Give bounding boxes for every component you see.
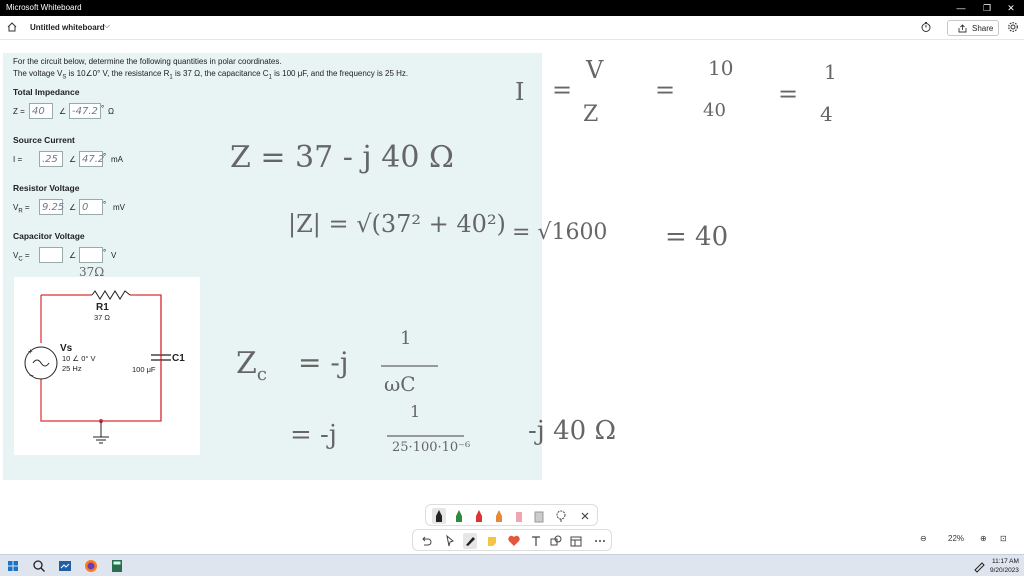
- ink-stroke[interactable]: ωC: [384, 372, 416, 396]
- gear-icon[interactable]: [1007, 21, 1019, 33]
- green-pen-icon[interactable]: [452, 508, 466, 524]
- window-titlebar: Microsoft Whiteboard — ❐ ✕: [0, 0, 1024, 16]
- ink-stroke[interactable]: =: [655, 76, 675, 104]
- zoom-controls: ⊖ 22% ⊕ ⊡: [916, 531, 1016, 549]
- ink-stroke[interactable]: 4: [820, 102, 833, 126]
- eraser-icon[interactable]: [532, 508, 546, 524]
- whiteboard-canvas[interactable]: For the circuit below, determine the fol…: [0, 40, 1024, 554]
- ink-stroke[interactable]: Z = 37 - j 40 Ω: [230, 140, 454, 175]
- reactions-icon[interactable]: [507, 533, 521, 549]
- ink-stroke[interactable]: = -j: [298, 346, 349, 379]
- zoom-out-icon[interactable]: ⊖: [920, 534, 927, 543]
- ink-stroke[interactable]: = -j: [290, 420, 337, 450]
- ink-stroke[interactable]: 1: [824, 60, 837, 84]
- timer-icon[interactable]: [920, 21, 932, 33]
- ink-stroke[interactable]: 10: [708, 56, 733, 80]
- sticky-note-icon[interactable]: [485, 533, 499, 549]
- red-pen-icon[interactable]: [472, 508, 486, 524]
- whiteboard-app-icon[interactable]: [58, 559, 72, 573]
- home-icon[interactable]: [6, 21, 18, 33]
- close-icon[interactable]: [578, 508, 592, 524]
- maximize-button[interactable]: ❐: [980, 2, 994, 14]
- orange-pen-icon[interactable]: [492, 508, 506, 524]
- ink-stroke[interactable]: 40: [703, 100, 726, 121]
- more-icon[interactable]: [593, 533, 607, 549]
- text-icon[interactable]: [529, 533, 543, 549]
- ink-stroke[interactable]: =: [552, 76, 572, 104]
- black-pen-icon[interactable]: [432, 508, 446, 524]
- clock-time: 11:17 AM: [991, 558, 1019, 565]
- taskbar: 11:17 AM 9/20/2023: [0, 554, 1024, 576]
- ink-stroke[interactable]: =: [778, 80, 798, 108]
- ink-stroke[interactable]: = √1600: [512, 220, 607, 245]
- fit-to-screen-icon[interactable]: ⊡: [1000, 534, 1007, 543]
- ink-stroke[interactable]: 1: [400, 328, 411, 349]
- calculator-icon[interactable]: [110, 559, 124, 573]
- lasso-icon[interactable]: [554, 508, 568, 524]
- ink-stroke[interactable]: Z: [583, 102, 598, 127]
- ink-stroke[interactable]: Zc: [236, 346, 267, 385]
- windows-start-icon[interactable]: [6, 559, 20, 573]
- ink-sub: c: [256, 364, 267, 385]
- firefox-icon[interactable]: [84, 559, 98, 573]
- share-icon: [958, 24, 967, 33]
- shapes-icon[interactable]: [549, 533, 563, 549]
- whiteboard-name[interactable]: Untitled whiteboard: [30, 23, 105, 32]
- window-title: Microsoft Whiteboard: [6, 3, 82, 12]
- chevron-down-icon[interactable]: ⌵: [104, 21, 110, 31]
- ink-stroke[interactable]: I: [515, 78, 524, 106]
- highlighter-icon[interactable]: [512, 508, 526, 524]
- pen-menu-icon[interactable]: [972, 559, 986, 573]
- templates-icon[interactable]: [569, 533, 583, 549]
- clock-date: 9/20/2023: [990, 567, 1019, 574]
- ink-text: Z: [236, 346, 257, 381]
- undo-icon[interactable]: [419, 533, 433, 549]
- ink-stroke[interactable]: 25·100·10⁻⁶: [392, 440, 470, 455]
- fraction-bar: [381, 365, 438, 367]
- ink-stroke[interactable]: -j 40 Ω: [528, 416, 616, 446]
- inking-icon[interactable]: [463, 533, 477, 549]
- select-icon[interactable]: [443, 533, 457, 549]
- share-label: Share: [972, 24, 994, 33]
- ink-stroke[interactable]: |Z| = √(37² + 40²): [288, 210, 506, 238]
- close-window-button[interactable]: ✕: [1004, 2, 1018, 14]
- main-toolbar: [412, 529, 612, 551]
- zoom-in-icon[interactable]: ⊕: [980, 534, 987, 543]
- ink-layer: I = V Z = 10 40 = 1 4 Z = 37 - j 40 Ω |Z…: [0, 40, 1024, 554]
- zoom-level[interactable]: 22%: [948, 534, 964, 543]
- app-bar: Untitled whiteboard ⌵ Share: [0, 16, 1024, 40]
- ink-stroke[interactable]: = 40: [665, 222, 728, 252]
- minimize-button[interactable]: —: [954, 2, 968, 14]
- system-clock[interactable]: 11:17 AM 9/20/2023: [990, 557, 1019, 575]
- pen-tray: [425, 504, 598, 526]
- ink-stroke[interactable]: V: [586, 56, 603, 84]
- search-icon[interactable]: [32, 559, 46, 573]
- ink-stroke[interactable]: 1: [410, 402, 420, 421]
- fraction-bar: [387, 435, 464, 437]
- share-button[interactable]: Share: [947, 20, 999, 36]
